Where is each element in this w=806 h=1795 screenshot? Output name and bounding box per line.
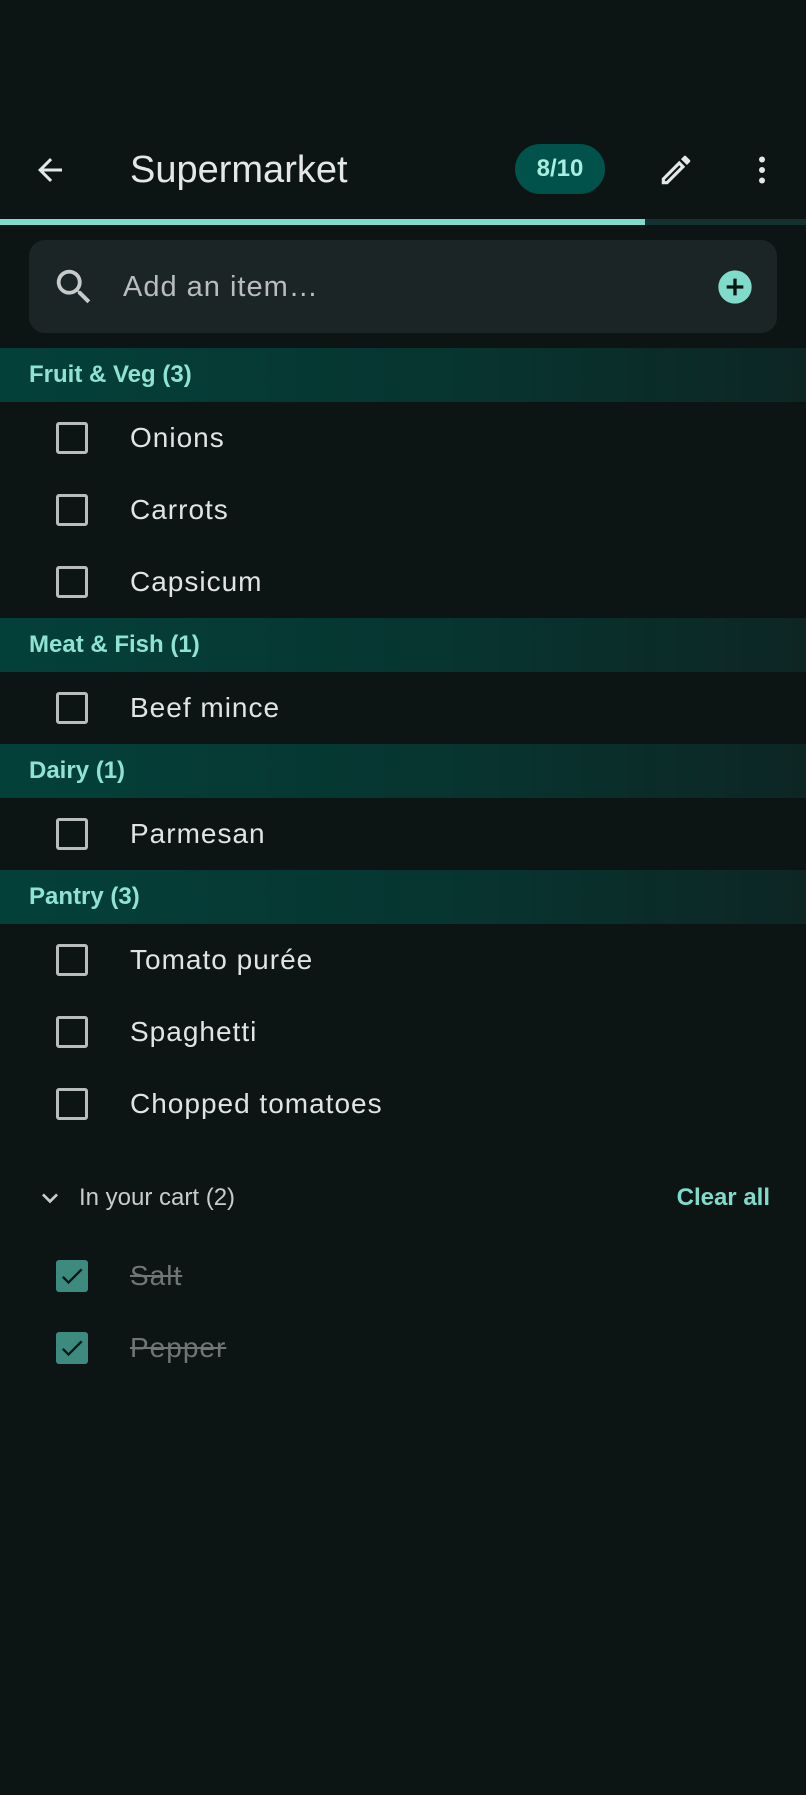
list-item[interactable]: Capsicum xyxy=(0,546,806,618)
category-header: Fruit & Veg (3) xyxy=(0,348,806,402)
category-header: Pantry (3) xyxy=(0,870,806,924)
list-item[interactable]: Onions xyxy=(0,402,806,474)
list-item[interactable]: Tomato purée xyxy=(0,924,806,996)
item-checkbox[interactable] xyxy=(56,422,88,454)
category-dairy: Dairy (1) Parmesan xyxy=(0,744,806,870)
item-label: Carrots xyxy=(130,494,229,525)
edit-button[interactable] xyxy=(648,142,704,198)
item-checkbox[interactable] xyxy=(56,692,88,724)
cart-items: Salt Pepper xyxy=(0,1240,806,1384)
item-label: Chopped tomatoes xyxy=(130,1088,383,1119)
item-label: Pepper xyxy=(130,1332,227,1363)
cart-item[interactable]: Pepper xyxy=(0,1312,806,1384)
chevron-down-icon[interactable] xyxy=(34,1182,66,1214)
item-label: Tomato purée xyxy=(130,944,314,975)
item-label: Salt xyxy=(130,1260,183,1291)
item-checkbox-checked[interactable] xyxy=(56,1332,88,1364)
add-item-button[interactable] xyxy=(712,264,758,310)
item-label: Onions xyxy=(130,422,225,453)
item-label: Parmesan xyxy=(130,818,266,849)
item-label: Capsicum xyxy=(130,566,263,597)
add-item-input[interactable] xyxy=(121,260,705,314)
cart-title: In your cart (2) xyxy=(79,1184,236,1211)
list-item[interactable]: Beef mince xyxy=(0,672,806,744)
item-checkbox[interactable] xyxy=(56,494,88,526)
back-button[interactable] xyxy=(22,142,78,198)
check-icon xyxy=(61,1340,83,1357)
page-title: Supermarket xyxy=(130,149,348,191)
item-checkbox[interactable] xyxy=(56,1016,88,1048)
item-checkbox[interactable] xyxy=(56,818,88,850)
category-pantry: Pantry (3) Tomato purée Spaghetti Choppe… xyxy=(0,870,806,1140)
more-options-button[interactable] xyxy=(734,142,790,198)
progress-bar-fill xyxy=(0,219,645,225)
pencil-icon xyxy=(661,155,691,185)
add-item-bar xyxy=(29,240,777,333)
clear-all-button[interactable]: Clear all xyxy=(677,1178,770,1218)
item-checkbox[interactable] xyxy=(56,566,88,598)
list-item[interactable]: Spaghetti xyxy=(0,996,806,1068)
item-checkbox[interactable] xyxy=(56,944,88,976)
category-header: Meat & Fish (1) xyxy=(0,618,806,672)
list-item[interactable]: Chopped tomatoes xyxy=(0,1068,806,1140)
cart-item[interactable]: Salt xyxy=(0,1240,806,1312)
list-item[interactable]: Carrots xyxy=(0,474,806,546)
category-meat-fish: Meat & Fish (1) Beef mince xyxy=(0,618,806,744)
item-checkbox-checked[interactable] xyxy=(56,1260,88,1292)
category-fruit-veg: Fruit & Veg (3) Onions Carrots Capsicum xyxy=(0,348,806,618)
check-icon xyxy=(61,1268,83,1285)
cart-section-header[interactable]: In your cart (2) Clear all xyxy=(0,1168,806,1228)
progress-badge: 8/10 xyxy=(515,144,605,194)
add-circle-icon xyxy=(718,270,752,304)
progress-bar xyxy=(0,219,806,225)
item-checkbox[interactable] xyxy=(56,1088,88,1120)
item-label: Spaghetti xyxy=(130,1016,258,1047)
list-item[interactable]: Parmesan xyxy=(0,798,806,870)
search-icon xyxy=(51,264,97,310)
app-bar: Supermarket 8/10 xyxy=(0,124,806,216)
more-vert-icon xyxy=(759,156,765,184)
arrow-back-icon xyxy=(38,158,62,182)
item-label: Beef mince xyxy=(130,692,281,723)
category-header: Dairy (1) xyxy=(0,744,806,798)
